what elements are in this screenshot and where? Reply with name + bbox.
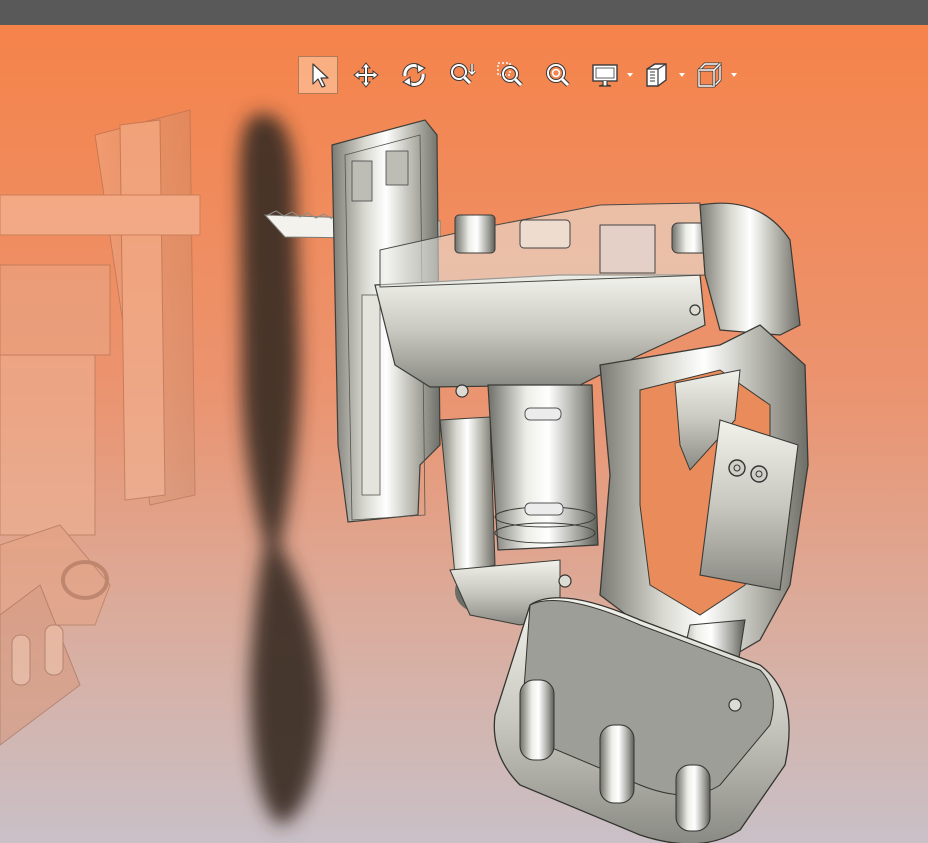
chevron-down-icon[interactable] — [679, 73, 685, 77]
select-tool-button[interactable] — [298, 56, 338, 94]
zoom-tool-button[interactable] — [442, 56, 482, 94]
display-style-button[interactable] — [586, 56, 633, 94]
rotate-arrows-icon — [402, 63, 426, 87]
section-view-icon — [646, 63, 667, 87]
view-toolbar — [298, 55, 742, 95]
pan-tool-button[interactable] — [346, 56, 386, 94]
cad-window — [0, 0, 928, 843]
rotate-tool-button[interactable] — [394, 56, 434, 94]
zoom-fit-tool-button[interactable] — [538, 56, 578, 94]
chevron-down-icon[interactable] — [627, 73, 633, 77]
section-view-button[interactable] — [638, 56, 685, 94]
zoom-window-icon — [497, 62, 523, 87]
move-arrows-icon — [353, 62, 379, 88]
zoom-fit-icon — [546, 63, 570, 87]
3d-scene — [0, 25, 928, 843]
view-orientation-button[interactable] — [690, 56, 737, 94]
monitor-icon — [592, 64, 618, 87]
cursor-arrow-icon — [312, 63, 329, 88]
zoom-arrow-icon — [450, 63, 477, 85]
3d-viewport[interactable] — [0, 25, 928, 843]
window-title-bar — [0, 0, 928, 25]
chevron-down-icon[interactable] — [731, 73, 737, 77]
cube-view-icon — [697, 62, 722, 88]
zoom-window-tool-button[interactable] — [490, 56, 530, 94]
